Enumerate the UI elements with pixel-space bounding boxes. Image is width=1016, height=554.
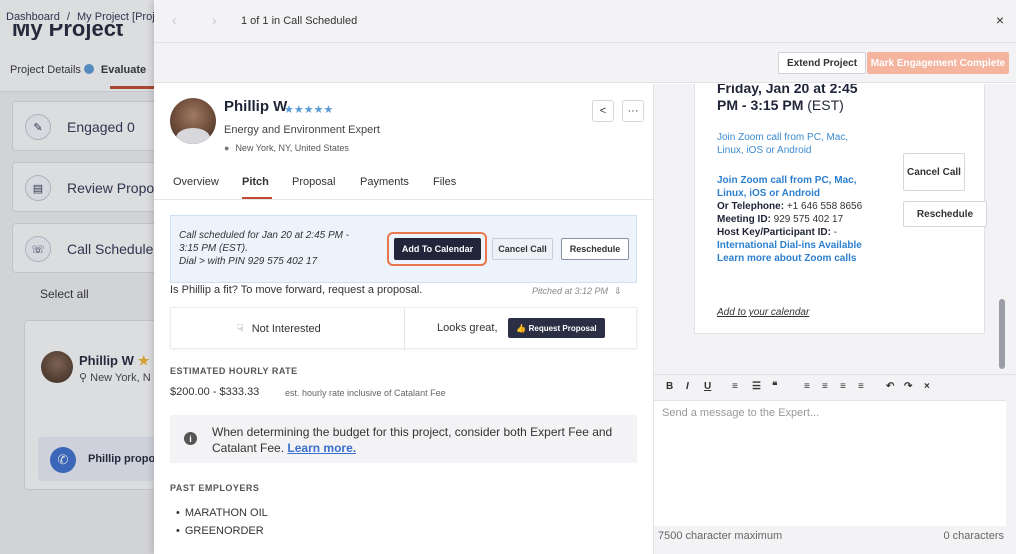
- detail-tabs: Overview Pitch Proposal Payments Files: [154, 170, 654, 200]
- ordered-list-icon[interactable]: ≡: [732, 381, 738, 392]
- thumbs-up-icon: 👍: [516, 323, 527, 333]
- char-count-label: 0 characters: [943, 530, 1004, 542]
- align-left-icon[interactable]: ≡: [804, 381, 810, 392]
- thumbs-down-icon: ☟: [237, 323, 244, 335]
- schedule-text: Call scheduled for Jan 20 at 2:45 PM - 3…: [179, 230, 350, 267]
- expert-role: Energy and Environment Expert: [224, 124, 380, 136]
- tab-proposal[interactable]: Proposal: [292, 176, 335, 188]
- reschedule-button[interactable]: Reschedule: [561, 238, 629, 260]
- message-input[interactable]: [654, 401, 1006, 526]
- tab-pitch[interactable]: Pitch: [242, 176, 269, 188]
- tab-payments[interactable]: Payments: [360, 176, 409, 188]
- char-max-label: 7500 character maximum: [658, 530, 783, 542]
- rate-note: est. hourly rate inclusive of Catalant F…: [285, 388, 446, 398]
- rating-stars-icon: ★★★★★: [284, 104, 334, 116]
- calendar-panel: Friday, Jan 20 at 2:45 PM - 3:15 PM (EST…: [653, 84, 1016, 554]
- bold-button[interactable]: B: [666, 381, 673, 392]
- expert-location: ● New York, NY, United States: [224, 143, 349, 153]
- reschedule-side-button[interactable]: Reschedule: [903, 201, 987, 227]
- extend-project-button[interactable]: Extend Project: [778, 52, 867, 74]
- italic-button[interactable]: I: [686, 381, 689, 392]
- close-icon[interactable]: ×: [996, 12, 1004, 28]
- scrollbar[interactable]: [999, 299, 1005, 369]
- clear-format-icon[interactable]: ×: [924, 381, 930, 392]
- mark-complete-button[interactable]: Mark Engagement Complete: [867, 52, 1009, 74]
- align-right-icon[interactable]: ≡: [840, 381, 846, 392]
- zoom-learn-more-link[interactable]: Learn more about Zoom calls: [717, 252, 877, 265]
- redo-icon[interactable]: ↷: [904, 381, 912, 392]
- message-editor: [654, 400, 1006, 526]
- modal-actions: Extend Project Mark Engagement Complete: [154, 43, 1016, 83]
- modal-header: ‹ › 1 of 1 in Call Scheduled ×: [154, 0, 1016, 43]
- quote-icon[interactable]: ❝: [772, 381, 777, 392]
- list-item: MARATHON OIL: [176, 507, 268, 525]
- tab-overview[interactable]: Overview: [173, 176, 219, 188]
- tab-files[interactable]: Files: [433, 176, 456, 188]
- ellipsis-icon: ···: [627, 105, 639, 117]
- call-time: Friday, Jan 20 at 2:45 PM - 3:15 PM (EST…: [717, 84, 858, 113]
- pin-icon: ●: [224, 143, 230, 153]
- pagination-counter: 1 of 1 in Call Scheduled: [241, 15, 358, 27]
- budget-info-text: When determining the budget for this pro…: [212, 425, 613, 455]
- download-icon[interactable]: ⇩: [614, 286, 622, 296]
- cancel-call-button[interactable]: Cancel Call: [492, 238, 553, 260]
- request-proposal-button[interactable]: 👍 Request Proposal: [508, 318, 605, 338]
- more-button[interactable]: ···: [622, 100, 644, 122]
- editor-toolbar: B I U ≡ ☰ ❝ ≡ ≡ ≡ ≡ ↶ ↷ ×: [654, 374, 1016, 400]
- align-center-icon[interactable]: ≡: [822, 381, 828, 392]
- employers-label: PAST EMPLOYERS: [170, 483, 260, 493]
- expert-detail-panel: Phillip W. ★★★★★ Energy and Environment …: [154, 84, 654, 554]
- share-button[interactable]: <: [592, 100, 614, 122]
- expert-modal: ‹ › 1 of 1 in Call Scheduled × Extend Pr…: [154, 0, 1016, 554]
- not-interested-button[interactable]: ☟ Not Interested: [237, 322, 321, 335]
- add-to-calendar-button[interactable]: Add To Calendar: [394, 238, 481, 260]
- chevron-right-icon[interactable]: ›: [212, 12, 217, 28]
- intl-dialins-link[interactable]: International Dial-ins Available: [717, 239, 877, 252]
- divider: [404, 308, 405, 350]
- fit-choice: ☟ Not Interested Looks great, 👍 Request P…: [170, 307, 637, 350]
- zoom-details: Join Zoom call from PC, Mac, Linux, iOS …: [717, 174, 877, 265]
- pitched-time: Pitched at 3:12 PM ⇩: [532, 286, 622, 296]
- bullet-list-icon[interactable]: ☰: [752, 381, 761, 392]
- zoom-join-link-bold[interactable]: Join Zoom call from PC, Mac, Linux, iOS …: [717, 174, 877, 200]
- add-to-calendar-link[interactable]: Add to your calendar: [717, 307, 809, 318]
- align-justify-icon[interactable]: ≡: [858, 381, 864, 392]
- cancel-call-side-button[interactable]: Cancel Call: [903, 153, 965, 191]
- info-icon: i: [184, 432, 197, 445]
- budget-info: i When determining the budget for this p…: [170, 415, 637, 463]
- expert-name: Phillip W.: [224, 98, 291, 115]
- call-scheduled-banner: Call scheduled for Jan 20 at 2:45 PM - 3…: [170, 215, 637, 283]
- active-tab-underline: [242, 197, 272, 199]
- chevron-left-icon[interactable]: ‹: [172, 12, 177, 28]
- undo-icon[interactable]: ↶: [886, 381, 894, 392]
- expert-avatar: [170, 98, 216, 144]
- zoom-join-link[interactable]: Join Zoom call from PC, Mac, Linux, iOS …: [717, 131, 867, 157]
- fit-question: Is Phillip a fit? To move forward, reque…: [170, 284, 423, 296]
- learn-more-link[interactable]: Learn more.: [287, 441, 356, 455]
- employers-list: MARATHON OIL GREENORDER: [176, 507, 268, 543]
- rate-value: $200.00 - $333.33: [170, 386, 260, 398]
- modal-backdrop[interactable]: [0, 0, 160, 554]
- list-item: GREENORDER: [176, 525, 268, 543]
- underline-button[interactable]: U: [704, 381, 711, 392]
- looks-great-label: Looks great,: [437, 322, 498, 334]
- rate-label: ESTIMATED HOURLY RATE: [170, 366, 298, 376]
- share-icon: <: [599, 105, 607, 117]
